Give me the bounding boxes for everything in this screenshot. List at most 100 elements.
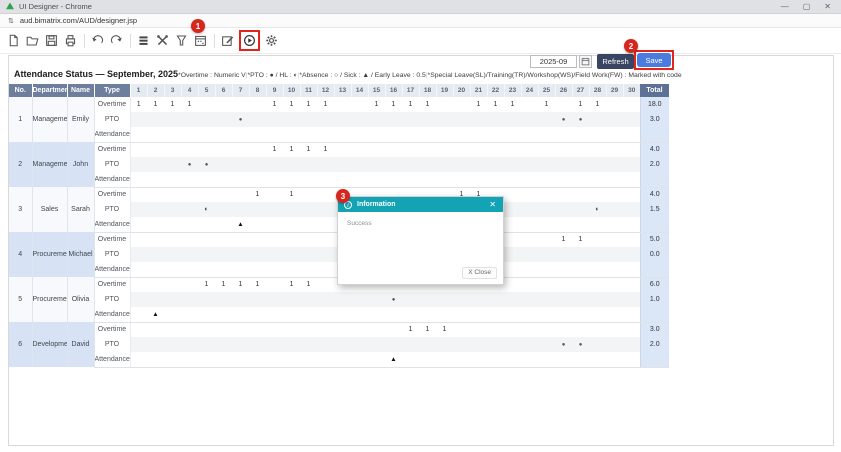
day-cell-14[interactable]: [351, 142, 368, 157]
day-cell-24[interactable]: [521, 97, 538, 112]
day-cell-30[interactable]: [623, 112, 640, 127]
day-cell-9[interactable]: [266, 232, 283, 247]
day-cell-1[interactable]: [130, 172, 147, 187]
day-cell-3[interactable]: [164, 202, 181, 217]
day-cell-15[interactable]: 1: [368, 97, 385, 112]
day-cell-4[interactable]: ●: [181, 157, 198, 172]
day-cell-16[interactable]: 1: [385, 97, 402, 112]
day-cell-8[interactable]: [249, 202, 266, 217]
day-cell-15[interactable]: [368, 112, 385, 127]
day-cell-2[interactable]: [147, 277, 164, 292]
day-cell-22[interactable]: [487, 112, 504, 127]
day-cell-21[interactable]: [470, 142, 487, 157]
day-cell-1[interactable]: [130, 112, 147, 127]
day-cell-12[interactable]: [317, 277, 334, 292]
day-cell-1[interactable]: [130, 142, 147, 157]
day-cell-4[interactable]: [181, 172, 198, 187]
day-cell-15[interactable]: [368, 142, 385, 157]
day-cell-20[interactable]: [453, 352, 470, 367]
day-cell-15[interactable]: [368, 157, 385, 172]
day-cell-14[interactable]: [351, 157, 368, 172]
day-cell-22[interactable]: [487, 127, 504, 142]
day-cell-25[interactable]: [538, 247, 555, 262]
day-cell-7[interactable]: [232, 262, 249, 277]
day-cell-13[interactable]: [334, 322, 351, 337]
redo-icon[interactable]: [109, 33, 124, 48]
minimize-button[interactable]: —: [781, 0, 789, 14]
day-cell-4[interactable]: 1: [181, 97, 198, 112]
day-cell-17[interactable]: [402, 352, 419, 367]
day-cell-18[interactable]: [419, 172, 436, 187]
day-cell-2[interactable]: [147, 172, 164, 187]
day-cell-21[interactable]: [470, 307, 487, 322]
day-cell-3[interactable]: [164, 307, 181, 322]
day-cell-14[interactable]: [351, 307, 368, 322]
day-cell-29[interactable]: [606, 292, 623, 307]
day-cell-10[interactable]: [283, 262, 300, 277]
day-cell-3[interactable]: [164, 292, 181, 307]
day-cell-24[interactable]: [521, 187, 538, 202]
day-cell-23[interactable]: [504, 217, 521, 232]
day-cell-27[interactable]: [572, 247, 589, 262]
day-cell-2[interactable]: [147, 232, 164, 247]
day-cell-16[interactable]: [385, 337, 402, 352]
run-icon[interactable]: [242, 33, 257, 48]
day-cell-8[interactable]: [249, 232, 266, 247]
day-cell-7[interactable]: [232, 337, 249, 352]
day-cell-8[interactable]: [249, 247, 266, 262]
day-cell-4[interactable]: [181, 142, 198, 157]
day-cell-12[interactable]: [317, 262, 334, 277]
day-cell-2[interactable]: [147, 262, 164, 277]
day-cell-13[interactable]: [334, 127, 351, 142]
day-cell-8[interactable]: [249, 262, 266, 277]
day-cell-12[interactable]: [317, 307, 334, 322]
day-cell-25[interactable]: [538, 127, 555, 142]
day-cell-2[interactable]: [147, 322, 164, 337]
day-cell-23[interactable]: [504, 172, 521, 187]
day-cell-28[interactable]: [589, 307, 606, 322]
day-cell-29[interactable]: [606, 97, 623, 112]
day-cell-24[interactable]: [521, 217, 538, 232]
day-cell-17[interactable]: [402, 307, 419, 322]
day-cell-26[interactable]: 1: [555, 232, 572, 247]
day-cell-12[interactable]: [317, 157, 334, 172]
day-cell-6[interactable]: [215, 292, 232, 307]
day-cell-4[interactable]: [181, 277, 198, 292]
day-cell-9[interactable]: [266, 277, 283, 292]
day-cell-1[interactable]: [130, 277, 147, 292]
day-cell-20[interactable]: [453, 292, 470, 307]
day-cell-19[interactable]: [436, 97, 453, 112]
day-cell-13[interactable]: [334, 352, 351, 367]
day-cell-22[interactable]: 1: [487, 97, 504, 112]
day-cell-25[interactable]: [538, 262, 555, 277]
day-cell-29[interactable]: [606, 307, 623, 322]
day-cell-12[interactable]: [317, 202, 334, 217]
day-cell-25[interactable]: [538, 112, 555, 127]
day-cell-25[interactable]: [538, 157, 555, 172]
day-cell-1[interactable]: [130, 262, 147, 277]
day-cell-7[interactable]: [232, 292, 249, 307]
day-cell-28[interactable]: [589, 292, 606, 307]
day-cell-8[interactable]: [249, 217, 266, 232]
save-button[interactable]: Save: [637, 53, 671, 67]
day-cell-5[interactable]: [198, 187, 215, 202]
day-cell-30[interactable]: [623, 202, 640, 217]
day-cell-2[interactable]: [147, 202, 164, 217]
day-cell-6[interactable]: [215, 157, 232, 172]
day-cell-17[interactable]: 1: [402, 97, 419, 112]
day-cell-7[interactable]: [232, 97, 249, 112]
day-cell-19[interactable]: [436, 127, 453, 142]
day-cell-23[interactable]: [504, 262, 521, 277]
day-cell-4[interactable]: [181, 217, 198, 232]
day-cell-30[interactable]: [623, 127, 640, 142]
day-cell-24[interactable]: [521, 112, 538, 127]
day-cell-5[interactable]: [198, 142, 215, 157]
day-cell-12[interactable]: 1: [317, 142, 334, 157]
day-cell-13[interactable]: [334, 337, 351, 352]
day-cell-25[interactable]: [538, 202, 555, 217]
day-cell-6[interactable]: [215, 352, 232, 367]
day-cell-3[interactable]: [164, 187, 181, 202]
day-cell-8[interactable]: 1: [249, 277, 266, 292]
day-cell-26[interactable]: [555, 142, 572, 157]
day-cell-9[interactable]: [266, 337, 283, 352]
